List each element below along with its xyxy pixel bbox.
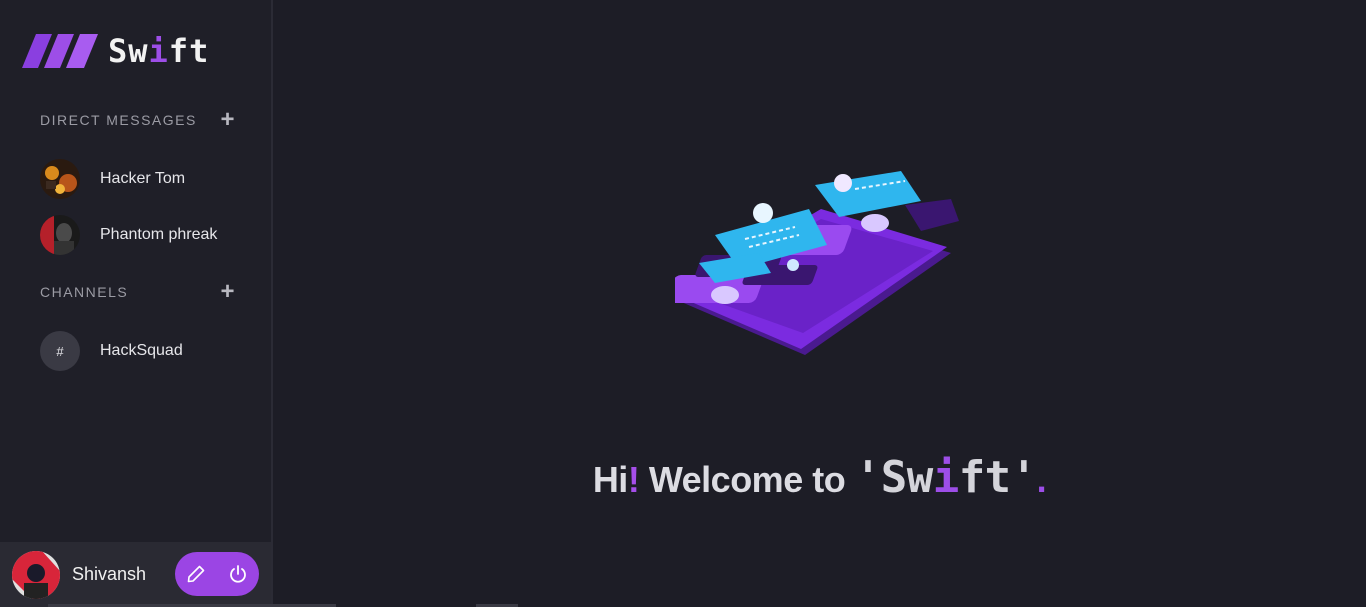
dm-item-label: Phantom phreak: [100, 226, 218, 243]
avatar[interactable]: [12, 550, 60, 599]
app-logo[interactable]: Swift: [22, 32, 209, 70]
add-channel-plus-icon[interactable]: +: [220, 280, 236, 304]
avatar: [40, 159, 80, 199]
pencil-icon[interactable]: [181, 559, 211, 589]
channels-header: CHANNELS +: [40, 280, 236, 304]
avatar: [40, 215, 80, 255]
welcome-heading: Hi! Welcome to 'Swift'.: [592, 452, 1047, 503]
phone-chat-illustration: [666, 165, 965, 370]
channel-item-hacksquad[interactable]: # HackSquad: [40, 331, 183, 371]
stripes-logo-icon: [22, 34, 98, 68]
main-content: Hi! Welcome to 'Swift'.: [273, 0, 1366, 607]
sidebar: Swift DIRECT MESSAGES + Hacker Tom Phant…: [0, 0, 273, 607]
direct-messages-header: DIRECT MESSAGES +: [40, 108, 236, 132]
dm-item-label: Hacker Tom: [100, 170, 186, 187]
app-name: Swift: [108, 32, 210, 70]
user-name: Shivansh: [72, 564, 147, 584]
direct-messages-title: DIRECT MESSAGES: [40, 112, 197, 128]
dm-item-phantom-phreak[interactable]: Phantom phreak: [40, 215, 217, 255]
user-actions: [175, 552, 259, 596]
user-panel: Shivansh: [0, 542, 271, 607]
power-icon[interactable]: [223, 559, 253, 589]
add-direct-message-plus-icon[interactable]: +: [220, 108, 236, 132]
channel-item-label: HackSquad: [100, 342, 183, 359]
hash-icon: #: [40, 331, 80, 371]
channels-title: CHANNELS: [40, 284, 129, 300]
dm-item-hacker-tom[interactable]: Hacker Tom: [40, 159, 185, 199]
